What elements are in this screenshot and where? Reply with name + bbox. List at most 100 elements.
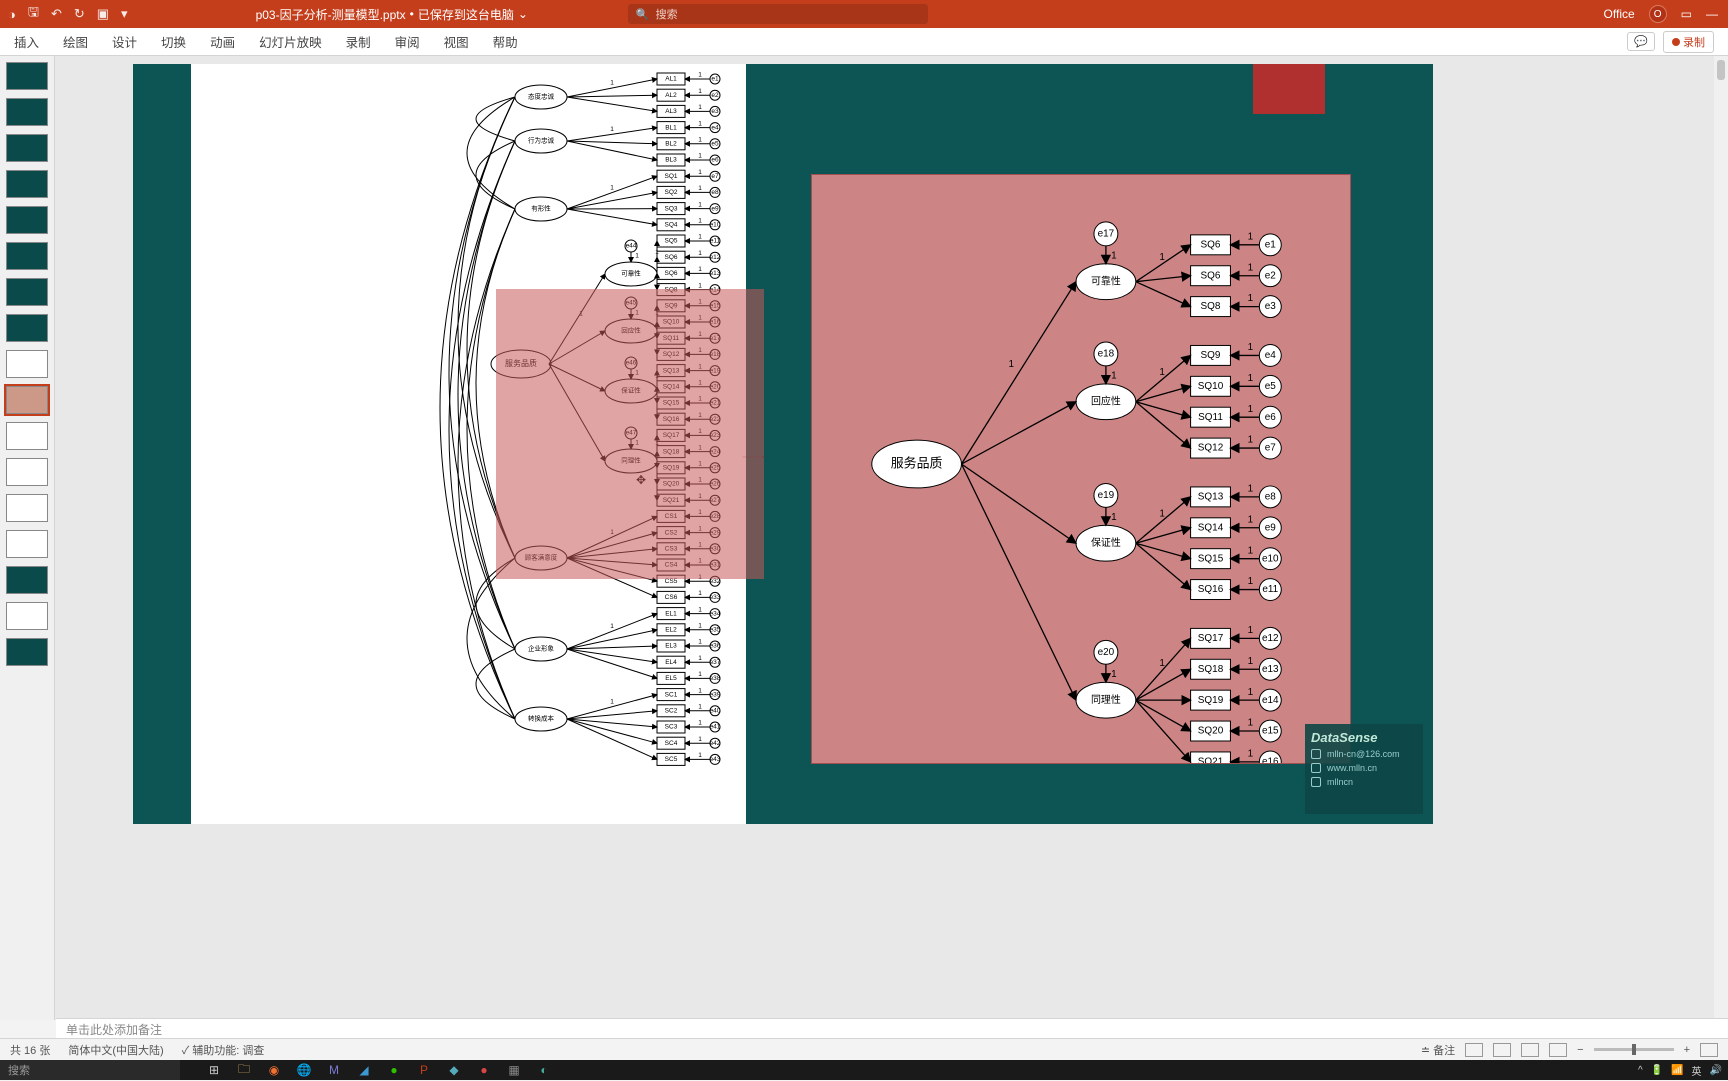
slide-thumb[interactable] [6,134,48,162]
zoom-out-icon[interactable]: − [1577,1044,1583,1056]
tray-icon[interactable]: 🔋 [1651,1065,1663,1076]
search-box[interactable]: 🔍 搜索 [628,4,928,24]
svg-text:企业形象: 企业形象 [528,644,555,653]
slide-thumb[interactable] [6,242,48,270]
tray-chevron-icon[interactable]: ^ [1638,1065,1643,1076]
svg-text:e10: e10 [1262,553,1279,564]
app-icon[interactable]: ▦ [500,1061,528,1079]
comments-button[interactable]: 💬 [1627,32,1655,51]
tab-transition[interactable]: 切换 [161,32,186,51]
ime-indicator[interactable]: 英 [1692,1063,1702,1078]
browser-icon[interactable]: ◉ [260,1061,288,1079]
language-indicator[interactable]: 简体中文(中国大陆) [68,1042,163,1058]
slide-thumb[interactable] [6,314,48,342]
tab-review[interactable]: 审阅 [395,32,420,51]
autosave-icon[interactable]: ◑ [8,7,16,22]
chrome-icon[interactable]: 🌐 [290,1061,318,1079]
qat-more-icon[interactable]: ▾ [121,6,128,22]
ribbon-display-icon[interactable]: ▭ [1681,7,1692,21]
svg-text:1: 1 [698,655,702,662]
slideshow-icon[interactable]: ▣ [97,6,109,22]
undo-icon[interactable]: ↶ [51,6,62,22]
redo-icon[interactable]: ↻ [74,6,85,22]
taskview-icon[interactable]: ⊞ [200,1061,228,1079]
svg-text:保证性: 保证性 [1091,536,1121,549]
system-tray[interactable]: ^ 🔋 📶 英 🔊 [1632,1063,1728,1078]
slide-canvas[interactable]: AL1e11AL2e21AL3e31BL1e41BL2e51BL3e61SQ1e… [55,56,1728,1020]
slide-thumb[interactable] [6,458,48,486]
document-title[interactable]: p03-因子分析-测量模型.pptx • 已保存到这台电脑 ⌄ [256,6,528,23]
tab-view[interactable]: 视图 [444,32,469,51]
notes-pane[interactable]: 单击此处添加备注 [56,1018,1728,1040]
minimize-icon[interactable]: — [1706,7,1718,21]
svg-text:e1: e1 [1265,239,1277,250]
svg-text:SQ9: SQ9 [1201,350,1221,361]
slide-thumb[interactable] [6,170,48,198]
svg-text:1: 1 [698,169,702,176]
user-avatar[interactable]: O [1649,5,1667,23]
vscode-icon[interactable]: ◢ [350,1061,378,1079]
slide-thumb[interactable] [6,638,48,666]
accessibility-check[interactable]: ✓ 辅助功能: 调查 [182,1042,265,1058]
taskbar-search[interactable]: 搜索 [0,1060,180,1080]
svg-text:1: 1 [698,88,702,95]
svg-text:e13: e13 [1262,664,1279,675]
powerpoint-icon[interactable]: P [410,1061,438,1079]
svg-text:转换成本: 转换成本 [528,714,555,723]
tab-record[interactable]: 录制 [346,32,371,51]
slide-thumb[interactable] [6,530,48,558]
svg-text:服务品质: 服务品质 [891,455,943,470]
svg-text:1: 1 [1111,669,1117,680]
svg-text:SQ19: SQ19 [1198,695,1224,706]
svg-text:1: 1 [698,590,702,597]
tab-insert[interactable]: 插入 [14,32,39,51]
svg-text:e7: e7 [1265,443,1277,454]
slide-thumb[interactable] [6,62,48,90]
zoom-slider[interactable] [1594,1048,1674,1051]
slide-thumbnail-panel[interactable] [0,56,55,1020]
slide-thumb[interactable] [6,602,48,630]
slide-thumb[interactable] [6,566,48,594]
app-icon[interactable]: ◐ [530,1061,558,1079]
highlight-region [496,289,764,579]
tab-animation[interactable]: 动画 [210,32,235,51]
tray-volume-icon[interactable]: 🔊 [1710,1065,1722,1076]
sorter-view-icon[interactable] [1493,1043,1511,1057]
svg-text:EL3: EL3 [665,643,677,650]
slide-thumb[interactable] [6,278,48,306]
notes-toggle[interactable]: ≐ 备注 [1421,1042,1455,1058]
tab-slideshow[interactable]: 幻灯片放映 [259,32,322,51]
svg-text:e38: e38 [710,675,721,682]
vertical-scrollbar[interactable] [1714,56,1728,1020]
explorer-icon[interactable]: 🗀 [230,1061,258,1079]
app-icon[interactable]: M [320,1061,348,1079]
app-icon[interactable]: ◆ [440,1061,468,1079]
quick-access-toolbar: ◑ 🖫 ↶ ↻ ▣ ▾ [0,3,136,25]
slide-thumb[interactable] [6,422,48,450]
slide-thumb[interactable] [6,350,48,378]
tab-design[interactable]: 设计 [112,32,137,51]
slide-thumb[interactable] [6,206,48,234]
zoom-in-icon[interactable]: + [1684,1044,1690,1056]
svg-text:e11: e11 [710,238,721,245]
slide-thumb-selected[interactable] [6,386,48,414]
reading-view-icon[interactable] [1521,1043,1539,1057]
svg-text:SC5: SC5 [665,756,678,763]
svg-text:1: 1 [698,72,702,79]
wechat-icon[interactable]: ● [380,1061,408,1079]
watermark-card: DataSense mlln-cn@126.com www.mlln.cn ml… [1305,724,1423,814]
record-button[interactable]: 录制 [1663,31,1714,53]
tab-help[interactable]: 帮助 [493,32,518,51]
sem-diagram-enlarged: 服务品质可靠性e1711SQ61e11SQ6e21SQ8e31回应性e181SQ… [811,174,1351,764]
svg-text:BL2: BL2 [665,141,677,148]
fit-window-icon[interactable] [1700,1043,1718,1057]
tab-draw[interactable]: 绘图 [63,32,88,51]
svg-text:AL3: AL3 [665,108,677,115]
save-icon[interactable]: 🖫 [28,3,39,25]
slideshow-view-icon[interactable] [1549,1043,1567,1057]
tray-icon[interactable]: 📶 [1671,1065,1683,1076]
app-icon[interactable]: ● [470,1061,498,1079]
normal-view-icon[interactable] [1465,1043,1483,1057]
slide-thumb[interactable] [6,494,48,522]
slide-thumb[interactable] [6,98,48,126]
